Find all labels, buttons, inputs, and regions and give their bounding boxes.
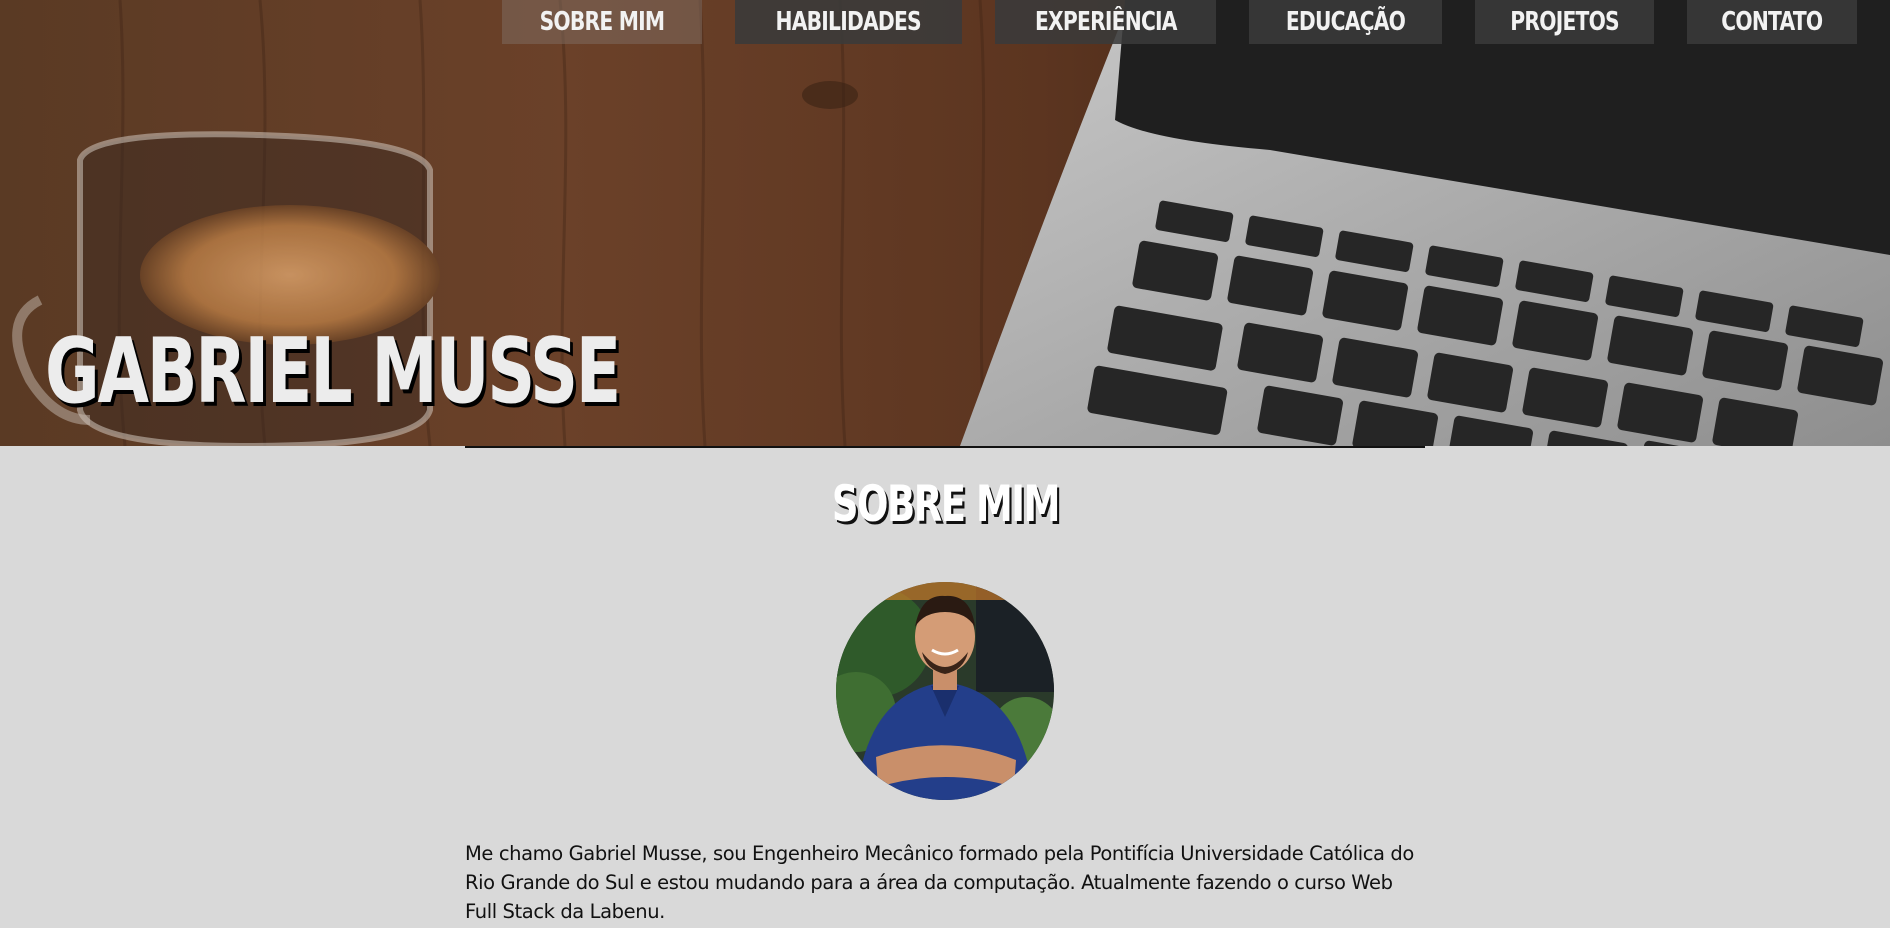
- about-section: SOBRE MIM Me chamo Gabriel Musse, sou En…: [0, 446, 1890, 928]
- nav-label[interactable]: CONTATO: [1706, 0, 1838, 44]
- nav-educacao[interactable]: EDUCAÇÃO: [1249, 0, 1443, 44]
- nav-sobre-mim[interactable]: SOBRE MIM: [502, 0, 703, 44]
- section-title-text: SOBRE MIM: [831, 475, 1060, 533]
- nav-projetos[interactable]: PROJETOS: [1475, 0, 1655, 44]
- bio-paragraph: Me chamo Gabriel Musse, sou Engenheiro M…: [465, 842, 1414, 923]
- avatar-image: [836, 582, 1054, 800]
- hero-banner: SOBRE MIM HABILIDADES EXPERIÊNCIA EDUCAÇ…: [0, 0, 1890, 446]
- nav-habilidades[interactable]: HABILIDADES: [735, 0, 962, 44]
- profile-photo: [836, 582, 1054, 800]
- hero-name-title: GABRIEL MUSSE: [45, 319, 621, 424]
- section-divider: [465, 446, 1425, 448]
- main-nav: SOBRE MIM HABILIDADES EXPERIÊNCIA EDUCAÇ…: [502, 0, 1857, 44]
- nav-label[interactable]: EXPERIÊNCIA: [1019, 0, 1192, 44]
- section-title: SOBRE MIM: [0, 474, 1890, 534]
- nav-label[interactable]: SOBRE MIM: [524, 0, 680, 44]
- nav-contato[interactable]: CONTATO: [1687, 0, 1857, 44]
- nav-experiencia[interactable]: EXPERIÊNCIA: [994, 0, 1217, 44]
- nav-label[interactable]: EDUCAÇÃO: [1270, 0, 1421, 44]
- nav-label[interactable]: HABILIDADES: [760, 0, 937, 44]
- nav-label[interactable]: PROJETOS: [1495, 0, 1635, 44]
